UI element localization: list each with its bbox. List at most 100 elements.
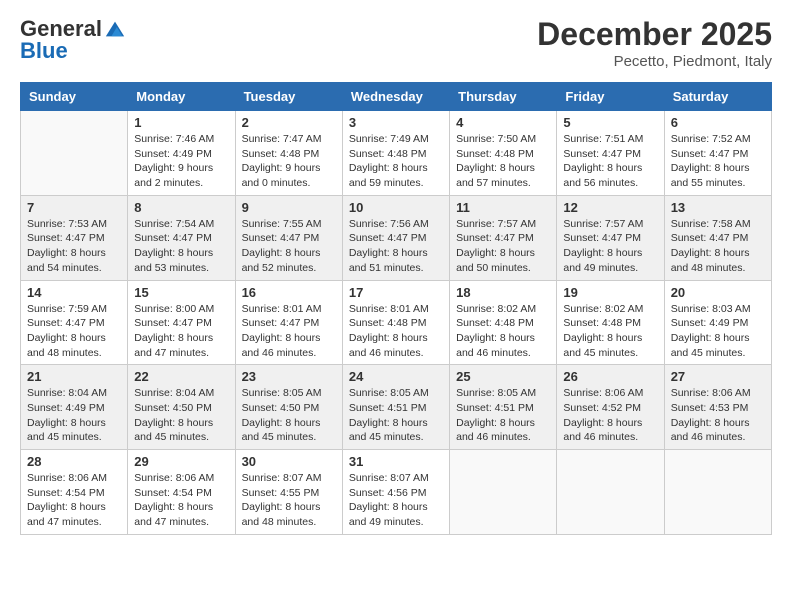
day-number: 24	[349, 369, 443, 384]
day-info: Sunrise: 8:05 AMSunset: 4:51 PMDaylight:…	[456, 386, 550, 445]
table-row: 9 Sunrise: 7:55 AMSunset: 4:47 PMDaylight…	[235, 195, 342, 280]
day-number: 4	[456, 115, 550, 130]
table-row: 14 Sunrise: 7:59 AMSunset: 4:47 PMDayligh…	[21, 280, 128, 365]
table-row	[450, 450, 557, 535]
day-number: 29	[134, 454, 228, 469]
calendar-week-row: 7 Sunrise: 7:53 AMSunset: 4:47 PMDaylight…	[21, 195, 772, 280]
col-tuesday: Tuesday	[235, 83, 342, 111]
day-number: 13	[671, 200, 765, 215]
day-info: Sunrise: 7:52 AMSunset: 4:47 PMDaylight:…	[671, 132, 765, 191]
table-row	[21, 111, 128, 196]
calendar-week-row: 14 Sunrise: 7:59 AMSunset: 4:47 PMDayligh…	[21, 280, 772, 365]
header: General Blue December 2025 Pecetto, Pied…	[20, 16, 772, 70]
table-row: 26Sunrise: 8:06 AMSunset: 4:52 PMDayligh…	[557, 365, 664, 450]
calendar-week-row: 28Sunrise: 8:06 AMSunset: 4:54 PMDayligh…	[21, 450, 772, 535]
calendar-table: Sunday Monday Tuesday Wednesday Thursday…	[20, 82, 772, 535]
day-number: 19	[563, 285, 657, 300]
subtitle: Pecetto, Piedmont, Italy	[537, 53, 772, 70]
table-row: 19 Sunrise: 8:02 AMSunset: 4:48 PMDayligh…	[557, 280, 664, 365]
logo: General Blue	[20, 16, 126, 64]
day-number: 27	[671, 369, 765, 384]
table-row: 7 Sunrise: 7:53 AMSunset: 4:47 PMDaylight…	[21, 195, 128, 280]
day-info: Sunrise: 8:06 AMSunset: 4:54 PMDaylight:…	[134, 471, 228, 530]
day-info: Sunrise: 7:59 AMSunset: 4:47 PMDaylight:…	[27, 302, 121, 361]
day-info: Sunrise: 8:01 AMSunset: 4:48 PMDaylight:…	[349, 302, 443, 361]
day-info: Sunrise: 7:46 AMSunset: 4:49 PMDaylight:…	[134, 132, 228, 191]
day-info: Sunrise: 7:57 AMSunset: 4:47 PMDaylight:…	[456, 217, 550, 276]
table-row: 17 Sunrise: 8:01 AMSunset: 4:48 PMDayligh…	[342, 280, 449, 365]
day-info: Sunrise: 7:58 AMSunset: 4:47 PMDaylight:…	[671, 217, 765, 276]
table-row	[664, 450, 771, 535]
day-info: Sunrise: 8:06 AMSunset: 4:54 PMDaylight:…	[27, 471, 121, 530]
day-number: 14	[27, 285, 121, 300]
day-info: Sunrise: 7:47 AMSunset: 4:48 PMDaylight:…	[242, 132, 336, 191]
table-row: 30Sunrise: 8:07 AMSunset: 4:55 PMDayligh…	[235, 450, 342, 535]
day-info: Sunrise: 7:55 AMSunset: 4:47 PMDaylight:…	[242, 217, 336, 276]
day-info: Sunrise: 7:50 AMSunset: 4:48 PMDaylight:…	[456, 132, 550, 191]
day-number: 11	[456, 200, 550, 215]
table-row: 23Sunrise: 8:05 AMSunset: 4:50 PMDayligh…	[235, 365, 342, 450]
day-info: Sunrise: 8:05 AMSunset: 4:51 PMDaylight:…	[349, 386, 443, 445]
day-info: Sunrise: 8:06 AMSunset: 4:52 PMDaylight:…	[563, 386, 657, 445]
day-info: Sunrise: 7:49 AMSunset: 4:48 PMDaylight:…	[349, 132, 443, 191]
table-row: 2 Sunrise: 7:47 AMSunset: 4:48 PMDaylight…	[235, 111, 342, 196]
day-number: 5	[563, 115, 657, 130]
col-wednesday: Wednesday	[342, 83, 449, 111]
day-number: 20	[671, 285, 765, 300]
col-monday: Monday	[128, 83, 235, 111]
day-info: Sunrise: 7:51 AMSunset: 4:47 PMDaylight:…	[563, 132, 657, 191]
day-number: 21	[27, 369, 121, 384]
day-info: Sunrise: 8:00 AMSunset: 4:47 PMDaylight:…	[134, 302, 228, 361]
day-number: 30	[242, 454, 336, 469]
logo-blue: Blue	[20, 38, 68, 64]
page-container: General Blue December 2025 Pecetto, Pied…	[0, 0, 792, 545]
table-row: 5 Sunrise: 7:51 AMSunset: 4:47 PMDaylight…	[557, 111, 664, 196]
table-row: 27Sunrise: 8:06 AMSunset: 4:53 PMDayligh…	[664, 365, 771, 450]
table-row: 28Sunrise: 8:06 AMSunset: 4:54 PMDayligh…	[21, 450, 128, 535]
day-number: 2	[242, 115, 336, 130]
day-info: Sunrise: 8:07 AMSunset: 4:56 PMDaylight:…	[349, 471, 443, 530]
table-row: 8Sunrise: 7:54 AMSunset: 4:47 PMDaylight…	[128, 195, 235, 280]
table-row: 25 Sunrise: 8:05 AMSunset: 4:51 PMDayligh…	[450, 365, 557, 450]
day-number: 23	[242, 369, 336, 384]
day-number: 16	[242, 285, 336, 300]
day-number: 7	[27, 200, 121, 215]
table-row: 13 Sunrise: 7:58 AMSunset: 4:47 PMDayligh…	[664, 195, 771, 280]
logo-icon	[104, 18, 126, 40]
table-row: 10Sunrise: 7:56 AMSunset: 4:47 PMDayligh…	[342, 195, 449, 280]
day-number: 9	[242, 200, 336, 215]
calendar-week-row: 1 Sunrise: 7:46 AMSunset: 4:49 PMDaylight…	[21, 111, 772, 196]
table-row: 22Sunrise: 8:04 AMSunset: 4:50 PMDayligh…	[128, 365, 235, 450]
calendar-week-row: 21Sunrise: 8:04 AMSunset: 4:49 PMDayligh…	[21, 365, 772, 450]
day-number: 31	[349, 454, 443, 469]
col-sunday: Sunday	[21, 83, 128, 111]
table-row: 15 Sunrise: 8:00 AMSunset: 4:47 PMDayligh…	[128, 280, 235, 365]
day-number: 6	[671, 115, 765, 130]
calendar-header-row: Sunday Monday Tuesday Wednesday Thursday…	[21, 83, 772, 111]
day-number: 1	[134, 115, 228, 130]
day-info: Sunrise: 7:53 AMSunset: 4:47 PMDaylight:…	[27, 217, 121, 276]
day-info: Sunrise: 8:02 AMSunset: 4:48 PMDaylight:…	[456, 302, 550, 361]
col-thursday: Thursday	[450, 83, 557, 111]
table-row: 16Sunrise: 8:01 AMSunset: 4:47 PMDayligh…	[235, 280, 342, 365]
table-row: 18 Sunrise: 8:02 AMSunset: 4:48 PMDayligh…	[450, 280, 557, 365]
day-number: 25	[456, 369, 550, 384]
day-number: 8	[134, 200, 228, 215]
month-title: December 2025	[537, 16, 772, 53]
table-row: 21Sunrise: 8:04 AMSunset: 4:49 PMDayligh…	[21, 365, 128, 450]
table-row: 24 Sunrise: 8:05 AMSunset: 4:51 PMDayligh…	[342, 365, 449, 450]
table-row: 6 Sunrise: 7:52 AMSunset: 4:47 PMDaylight…	[664, 111, 771, 196]
day-number: 17	[349, 285, 443, 300]
table-row: 11 Sunrise: 7:57 AMSunset: 4:47 PMDayligh…	[450, 195, 557, 280]
day-number: 10	[349, 200, 443, 215]
table-row: 4 Sunrise: 7:50 AMSunset: 4:48 PMDaylight…	[450, 111, 557, 196]
day-number: 22	[134, 369, 228, 384]
day-info: Sunrise: 8:02 AMSunset: 4:48 PMDaylight:…	[563, 302, 657, 361]
table-row	[557, 450, 664, 535]
table-row: 20Sunrise: 8:03 AMSunset: 4:49 PMDayligh…	[664, 280, 771, 365]
day-number: 12	[563, 200, 657, 215]
day-number: 3	[349, 115, 443, 130]
table-row: 1 Sunrise: 7:46 AMSunset: 4:49 PMDaylight…	[128, 111, 235, 196]
day-number: 15	[134, 285, 228, 300]
day-number: 18	[456, 285, 550, 300]
